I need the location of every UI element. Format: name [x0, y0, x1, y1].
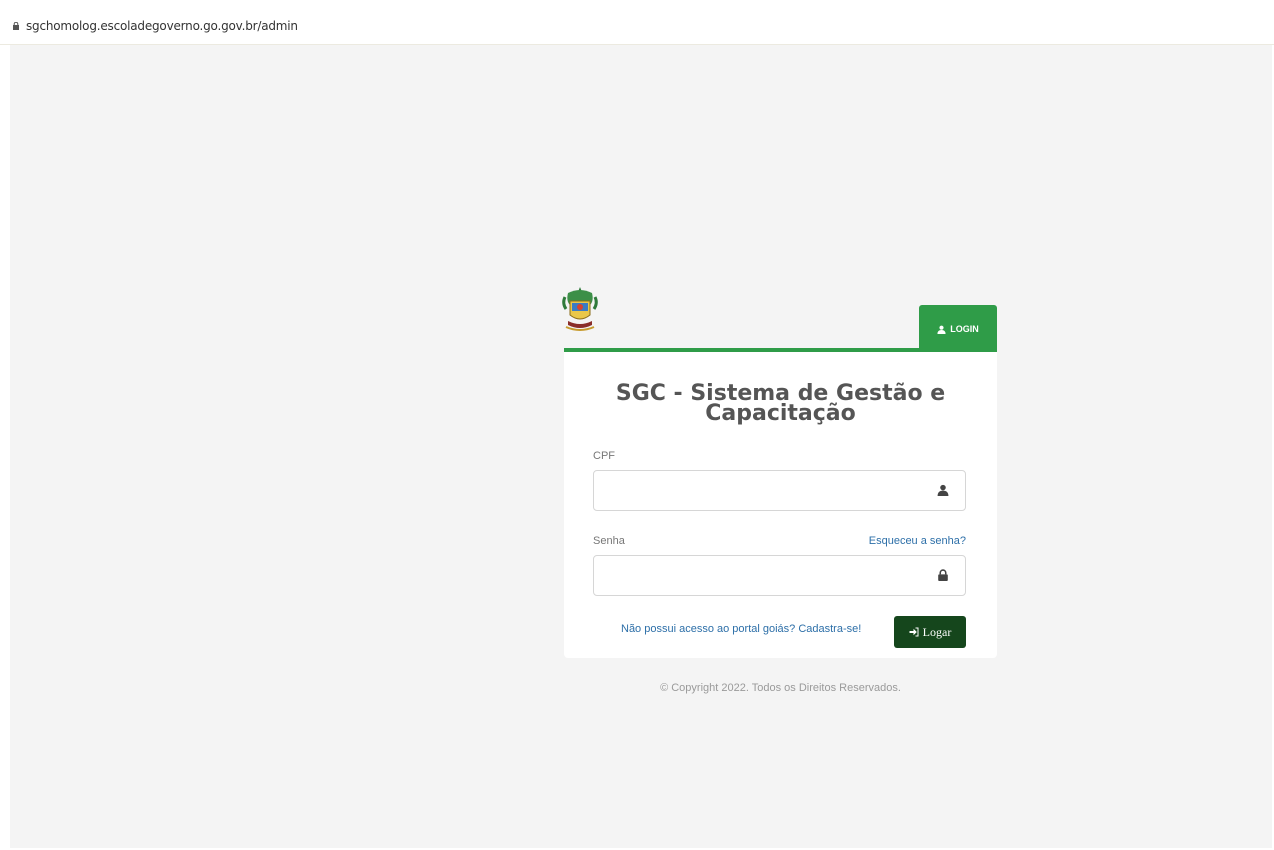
cpf-input[interactable] [594, 471, 934, 510]
padlock-icon [13, 22, 19, 30]
address-bar[interactable]: sgchomolog.escoladegoverno.go.gov.br/adm… [0, 0, 1274, 45]
lock-icon [938, 569, 948, 581]
user-icon [937, 325, 946, 334]
browser-viewport: sgchomolog.escoladegoverno.go.gov.br/adm… [0, 0, 1274, 850]
logar-button[interactable]: Logar [894, 616, 966, 648]
tab-login-label: LOGIN [950, 324, 979, 334]
password-input[interactable] [594, 556, 934, 595]
copyright-text: © Copyright 2022. Todos os Direitos Rese… [660, 682, 901, 694]
user-icon [937, 484, 949, 496]
cpf-label: CPF [593, 450, 615, 462]
login-card: SGC - Sistema de Gestão e Capacitação CP… [564, 348, 997, 658]
title-line-2: Capacitação [705, 401, 856, 426]
password-label: Senha [593, 535, 625, 547]
logar-button-label: Logar [922, 624, 952, 639]
page-title: SGC - Sistema de Gestão e Capacitação [564, 383, 997, 426]
cpf-field[interactable] [593, 470, 966, 511]
sign-in-icon [909, 627, 919, 637]
forgot-password-link[interactable]: Esqueceu a senha? [869, 535, 966, 547]
url-text[interactable]: sgchomolog.escoladegoverno.go.gov.br/adm… [26, 19, 298, 33]
tab-login[interactable]: LOGIN [919, 305, 997, 349]
password-field[interactable] [593, 555, 966, 596]
register-link[interactable]: Não possui acesso ao portal goiás? Cadas… [621, 623, 861, 635]
goias-coat-of-arms-logo [562, 287, 598, 331]
